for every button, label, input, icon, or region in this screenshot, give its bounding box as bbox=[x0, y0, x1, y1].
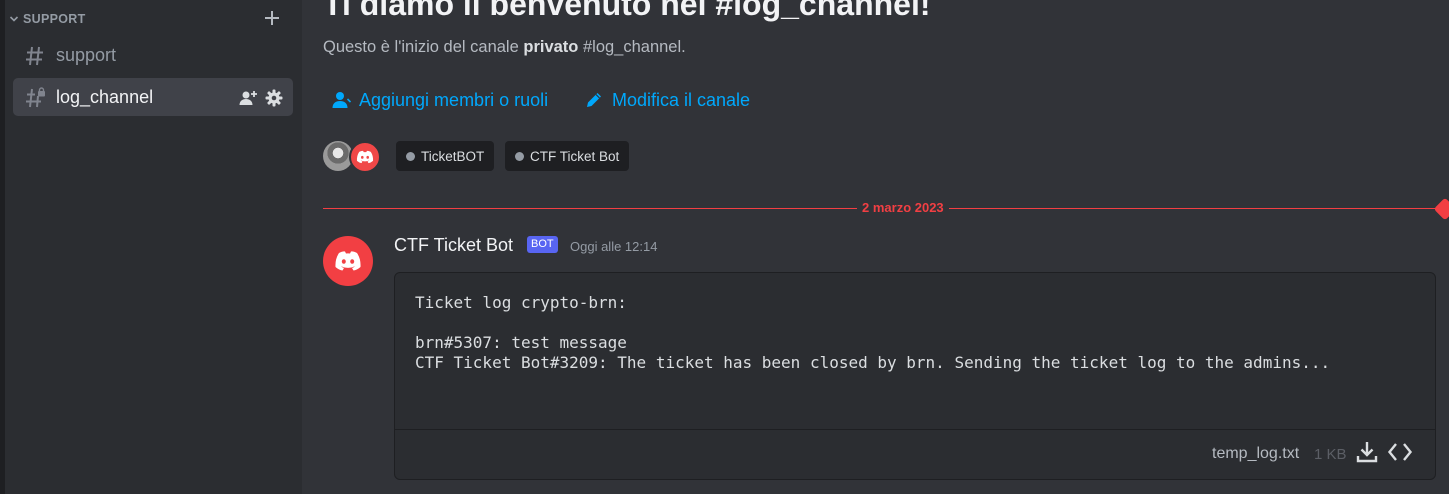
avatar bbox=[349, 141, 381, 173]
discord-logo-icon bbox=[356, 150, 374, 164]
add-members-label: Aggiungi membri o ruoli bbox=[359, 89, 549, 110]
add-members-button[interactable]: Aggiungi membri o ruoli bbox=[331, 88, 548, 112]
gear-icon[interactable] bbox=[264, 88, 284, 108]
attachment-file-name[interactable]: temp_log.txt bbox=[1212, 445, 1299, 463]
chat-area: Ti diamo il benvenuto nel #log_channel! … bbox=[302, 0, 1449, 494]
status-dot bbox=[515, 151, 524, 161]
member-chip-label: CTF Ticket Bot bbox=[530, 148, 620, 164]
message-author[interactable]: CTF Ticket Bot bbox=[394, 235, 513, 256]
subtitle-prefix: Questo è l'inizio del canale bbox=[323, 38, 519, 56]
new-messages-marker bbox=[1433, 197, 1449, 221]
member-avatars bbox=[323, 141, 383, 173]
member-chip-ticketbot[interactable]: TicketBOT bbox=[396, 141, 495, 171]
file-attachment: Ticket log crypto-brn: brn#5307: test me… bbox=[394, 272, 1436, 480]
sidebar-item-log-channel[interactable]: log_channel bbox=[13, 78, 293, 116]
channel-sidebar: SUPPORT support log_channel bbox=[5, 0, 302, 494]
member-chip-label: TicketBOT bbox=[421, 148, 485, 164]
download-icon[interactable] bbox=[1354, 439, 1380, 465]
status-dot bbox=[406, 151, 415, 161]
plus-icon[interactable] bbox=[263, 9, 281, 27]
attachment-preview: Ticket log crypto-brn: brn#5307: test me… bbox=[415, 293, 1331, 372]
welcome-subtitle: Questo è l'inizio del canale privato #lo… bbox=[323, 38, 686, 57]
pencil-icon bbox=[587, 93, 601, 107]
welcome-title: Ti diamo il benvenuto nel #log_channel! bbox=[323, 0, 931, 22]
category-support[interactable]: SUPPORT bbox=[5, 6, 302, 32]
person-icon bbox=[332, 92, 351, 108]
subtitle-private: privato bbox=[523, 38, 579, 56]
chevron-down-icon bbox=[9, 16, 19, 22]
bot-badge: BOT bbox=[527, 236, 558, 253]
category-label: SUPPORT bbox=[23, 12, 86, 26]
discord-logo-icon bbox=[335, 251, 361, 271]
channel-name: log_channel bbox=[56, 87, 154, 107]
sidebar-item-support[interactable]: support bbox=[13, 36, 293, 74]
avatar[interactable] bbox=[323, 236, 373, 286]
attachment-footer-divider bbox=[395, 429, 1435, 430]
code-icon[interactable] bbox=[1387, 439, 1413, 465]
member-chip-ctf-ticket-bot[interactable]: CTF Ticket Bot bbox=[505, 141, 630, 171]
divider-date: 2 marzo 2023 bbox=[857, 200, 949, 215]
edit-channel-label: Modifica il canale bbox=[612, 89, 751, 110]
hash-icon bbox=[26, 46, 43, 66]
attachment-file-size: 1 KB bbox=[1314, 446, 1347, 463]
subtitle-suffix: #log_channel. bbox=[582, 38, 686, 56]
message-timestamp: Oggi alle 12:14 bbox=[570, 239, 658, 254]
add-member-icon[interactable] bbox=[238, 88, 258, 108]
edit-channel-button[interactable]: Modifica il canale bbox=[584, 88, 750, 112]
channel-name: support bbox=[56, 45, 117, 65]
hash-lock-icon bbox=[26, 87, 45, 108]
